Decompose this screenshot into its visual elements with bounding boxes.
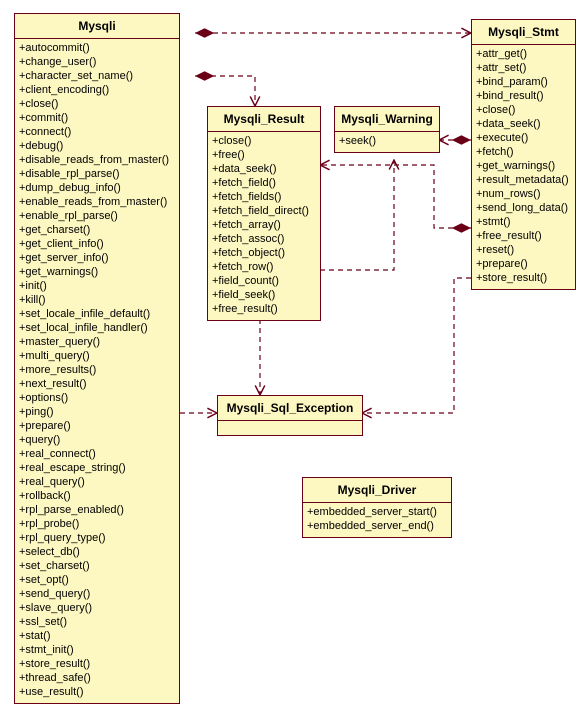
method: +set_locale_infile_default() bbox=[19, 307, 175, 321]
method: +data_seek() bbox=[212, 162, 316, 176]
method: +bind_param() bbox=[476, 75, 571, 89]
method: +embedded_server_end() bbox=[307, 519, 447, 533]
method: +get_warnings() bbox=[476, 159, 571, 173]
method: +rpl_probe() bbox=[19, 517, 175, 531]
method: +send_query() bbox=[19, 587, 175, 601]
method: +enable_rpl_parse() bbox=[19, 209, 175, 223]
method: +fetch_field() bbox=[212, 176, 316, 190]
class-mysqli-driver: Mysqli_Driver +embedded_server_start()+e… bbox=[302, 477, 452, 538]
method: +store_result() bbox=[19, 657, 175, 671]
method: +kill() bbox=[19, 293, 175, 307]
method: +set_opt() bbox=[19, 573, 175, 587]
class-title: Mysqli_Warning bbox=[335, 107, 439, 132]
method: +disable_rpl_parse() bbox=[19, 167, 175, 181]
class-title: Mysqli_Result bbox=[208, 107, 320, 132]
method: +rpl_parse_enabled() bbox=[19, 503, 175, 517]
class-mysqli-stmt: Mysqli_Stmt +attr_get()+attr_set()+bind_… bbox=[471, 19, 576, 290]
method: +more_results() bbox=[19, 363, 175, 377]
class-title: Mysqli_Driver bbox=[303, 478, 451, 503]
method: +close() bbox=[212, 134, 316, 148]
method: +free_result() bbox=[212, 302, 316, 316]
method: +real_escape_string() bbox=[19, 461, 175, 475]
method: +data_seek() bbox=[476, 117, 571, 131]
method: +fetch_field_direct() bbox=[212, 204, 316, 218]
method: +next_result() bbox=[19, 377, 175, 391]
method: +bind_result() bbox=[476, 89, 571, 103]
method: +prepare() bbox=[476, 257, 571, 271]
method: +enable_reads_from_master() bbox=[19, 195, 175, 209]
method: +fetch_assoc() bbox=[212, 232, 316, 246]
method: +attr_set() bbox=[476, 61, 571, 75]
method: +stat() bbox=[19, 629, 175, 643]
method: +master_query() bbox=[19, 335, 175, 349]
method: +seek() bbox=[339, 134, 435, 148]
class-mysqli: Mysqli +autocommit()+change_user()+chara… bbox=[14, 13, 180, 704]
method: +init() bbox=[19, 279, 175, 293]
method: +field_seek() bbox=[212, 288, 316, 302]
method: +commit() bbox=[19, 111, 175, 125]
method: +fetch() bbox=[476, 145, 571, 159]
method: +free() bbox=[212, 148, 316, 162]
method: +query() bbox=[19, 433, 175, 447]
class-body-mysqli: +autocommit()+change_user()+character_se… bbox=[15, 39, 179, 703]
method: +free_result() bbox=[476, 229, 571, 243]
method: +send_long_data() bbox=[476, 201, 571, 215]
method: +attr_get() bbox=[476, 47, 571, 61]
method: +debug() bbox=[19, 139, 175, 153]
method: +get_client_info() bbox=[19, 237, 175, 251]
method: +set_charset() bbox=[19, 559, 175, 573]
method: +connect() bbox=[19, 125, 175, 139]
method: +reset() bbox=[476, 243, 571, 257]
class-body-mysqli-stmt: +attr_get()+attr_set()+bind_param()+bind… bbox=[472, 45, 575, 289]
method: +close() bbox=[476, 103, 571, 117]
method: +execute() bbox=[476, 131, 571, 145]
class-body-mysqli-driver: +embedded_server_start()+embedded_server… bbox=[303, 503, 451, 537]
method: +num_rows() bbox=[476, 187, 571, 201]
method: +rollback() bbox=[19, 489, 175, 503]
method: +fetch_array() bbox=[212, 218, 316, 232]
method: +client_encoding() bbox=[19, 83, 175, 97]
method: +stmt_init() bbox=[19, 643, 175, 657]
method: +fetch_fields() bbox=[212, 190, 316, 204]
method: +field_count() bbox=[212, 274, 316, 288]
method: +ssl_set() bbox=[19, 615, 175, 629]
class-mysqli-sql-exception: Mysqli_Sql_Exception bbox=[217, 395, 363, 436]
method: +prepare() bbox=[19, 419, 175, 433]
method: +get_charset() bbox=[19, 223, 175, 237]
class-body-mysqli-sql-exception bbox=[218, 421, 362, 435]
method: +autocommit() bbox=[19, 41, 175, 55]
method: +rpl_query_type() bbox=[19, 531, 175, 545]
method: +use_result() bbox=[19, 685, 175, 699]
method: +select_db() bbox=[19, 545, 175, 559]
method: +slave_query() bbox=[19, 601, 175, 615]
method: +fetch_object() bbox=[212, 246, 316, 260]
method: +dump_debug_info() bbox=[19, 181, 175, 195]
method: +set_local_infile_handler() bbox=[19, 321, 175, 335]
method: +result_metadata() bbox=[476, 173, 571, 187]
method: +real_query() bbox=[19, 475, 175, 489]
class-mysqli-warning: Mysqli_Warning +seek() bbox=[334, 106, 440, 153]
method: +options() bbox=[19, 391, 175, 405]
method: +disable_reads_from_master() bbox=[19, 153, 175, 167]
method: +get_warnings() bbox=[19, 265, 175, 279]
method: +fetch_row() bbox=[212, 260, 316, 274]
method: +store_result() bbox=[476, 271, 571, 285]
class-body-mysqli-warning: +seek() bbox=[335, 132, 439, 152]
class-mysqli-result: Mysqli_Result +close()+free()+data_seek(… bbox=[207, 106, 321, 321]
method: +get_server_info() bbox=[19, 251, 175, 265]
class-body-mysqli-result: +close()+free()+data_seek()+fetch_field(… bbox=[208, 132, 320, 320]
class-title: Mysqli_Sql_Exception bbox=[218, 396, 362, 421]
method: +embedded_server_start() bbox=[307, 505, 447, 519]
method: +close() bbox=[19, 97, 175, 111]
method: +change_user() bbox=[19, 55, 175, 69]
method: +stmt() bbox=[476, 215, 571, 229]
method: +character_set_name() bbox=[19, 69, 175, 83]
method: +multi_query() bbox=[19, 349, 175, 363]
class-title: Mysqli bbox=[15, 14, 179, 39]
method: +ping() bbox=[19, 405, 175, 419]
class-title: Mysqli_Stmt bbox=[472, 20, 575, 45]
method: +real_connect() bbox=[19, 447, 175, 461]
